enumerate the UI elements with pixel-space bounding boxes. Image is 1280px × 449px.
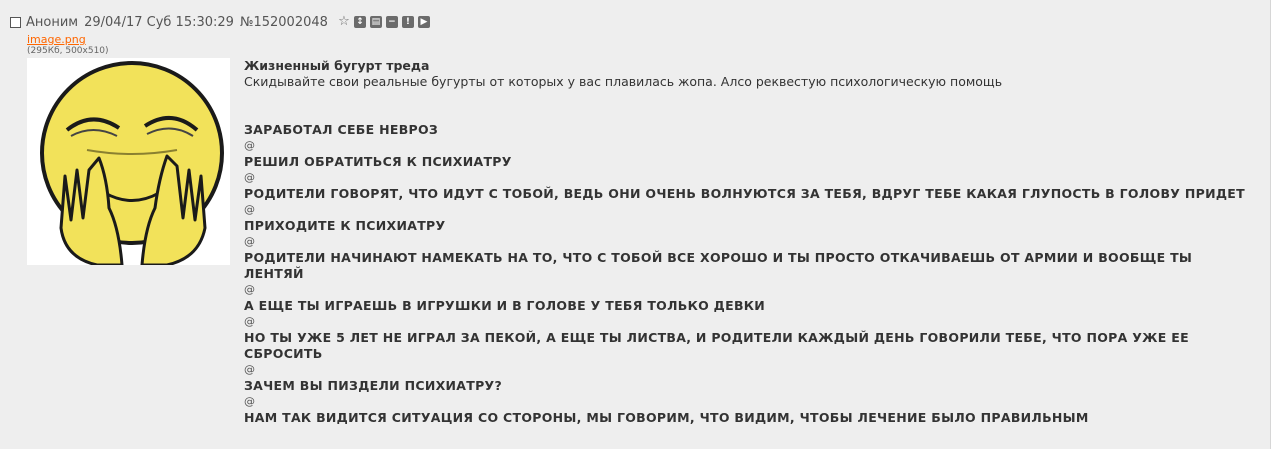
- post-lines: ЗАРАБОТАЛ СЕБЕ НЕВРОЗ @ РЕШИЛ ОБРАТИТЬСЯ К…: [244, 122, 1254, 426]
- post-intro: Скидывайте свои реальные бугурты от кото…: [244, 74, 1003, 89]
- text-line: РОДИТЕЛИ ГОВОРЯТ, ЧТО ИДУТ С ТОБОЙ, ВЕДЬ…: [244, 186, 1245, 201]
- text-line: ПРИХОДИТЕ К ПСИХИАТРУ: [244, 218, 446, 233]
- separator-line: @: [244, 315, 255, 328]
- separator-line: @: [244, 171, 255, 184]
- separator-line: @: [244, 139, 255, 152]
- text-line: ЗАРАБОТАЛ СЕБЕ НЕВРОЗ: [244, 122, 439, 137]
- text-line: НАМ ТАК ВИДИТСЯ СИТУАЦИЯ СО СТОРОНЫ, МЫ …: [244, 410, 1089, 425]
- expand-icon[interactable]: ↕: [353, 16, 366, 28]
- file-name-link[interactable]: image.png: [27, 33, 109, 46]
- file-info: image.png (295Кб, 500x510): [27, 33, 109, 57]
- play-icon[interactable]: ▶: [417, 16, 430, 28]
- post-header: Аноним 29/04/17 Суб 15:30:29 №152002048 …: [10, 13, 430, 31]
- post-number-link[interactable]: №152002048: [240, 15, 328, 30]
- text-line: ЗАЧЕМ ВЫ ПИЗДЕЛИ ПСИХИАТРУ?: [244, 378, 503, 393]
- post-image-thumbnail[interactable]: [27, 58, 230, 265]
- minus-icon[interactable]: −: [385, 16, 398, 28]
- post-author: Аноним: [26, 14, 79, 30]
- separator-line: @: [244, 235, 255, 248]
- text-line: А ЕЩЕ ТЫ ИГРАЕШЬ В ИГРУШКИ И В ГОЛОВЕ У …: [244, 298, 766, 313]
- post-body: Жизненный бугурт треда Скидывайте свои р…: [244, 58, 1254, 426]
- report-icon[interactable]: !: [401, 16, 414, 28]
- file-meta: (295Кб, 500x510): [27, 46, 109, 56]
- post-datetime: 29/04/17 Суб 15:30:29: [84, 14, 234, 30]
- post: Аноним 29/04/17 Суб 15:30:29 №152002048 …: [0, 0, 1271, 449]
- text-line: РЕШИЛ ОБРАТИТЬСЯ К ПСИХИАТРУ: [244, 154, 512, 169]
- separator-line: @: [244, 395, 255, 408]
- post-subject: Жизненный бугурт треда: [244, 58, 430, 73]
- separator-line: @: [244, 363, 255, 376]
- star-icon[interactable]: ☆: [338, 15, 350, 28]
- separator-line: @: [244, 203, 255, 216]
- face-image: [27, 58, 230, 265]
- separator-line: @: [244, 283, 255, 296]
- post-select-checkbox[interactable]: [10, 16, 21, 28]
- text-line: НО ТЫ УЖЕ 5 ЛЕТ НЕ ИГРАЛ ЗА ПЕКОЙ, А ЕЩЕ…: [244, 330, 1189, 361]
- text-line: РОДИТЕЛИ НАЧИНАЮТ НАМЕКАТЬ НА ТО, ЧТО С …: [244, 250, 1193, 281]
- hide-icon[interactable]: ▤: [369, 16, 382, 28]
